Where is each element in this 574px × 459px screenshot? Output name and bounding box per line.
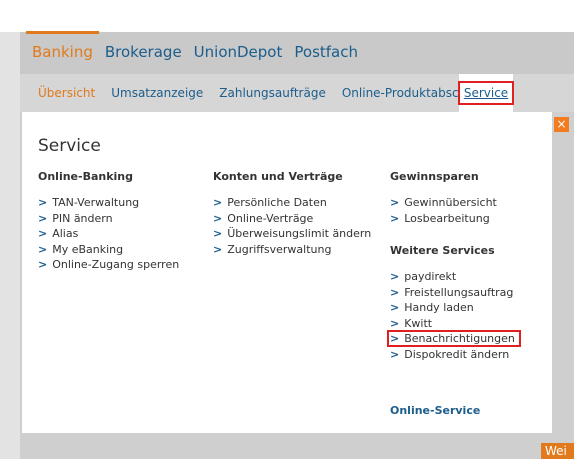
link-online-vertraege[interactable]: > Online-Verträge [213, 211, 371, 227]
link-pin-aendern[interactable]: > PIN ändern [38, 211, 179, 227]
close-icon[interactable]: × [554, 117, 569, 132]
chevron-right-icon: > [390, 285, 400, 299]
left-edge [0, 32, 20, 459]
subtab-uebersicht[interactable]: Übersicht [38, 86, 95, 100]
heading-konten-vertraege: Konten und Verträge [213, 170, 343, 183]
column-konten-vertraege: Konten und Verträge > Persönliche Daten >… [213, 170, 371, 257]
chevron-right-icon: > [390, 301, 400, 315]
link-gewinnuebersicht[interactable]: > Gewinnübersicht [390, 195, 521, 211]
subtab-service-label[interactable]: Service [457, 81, 515, 105]
link-my-ebanking[interactable]: > My eBanking [38, 242, 179, 258]
chevron-right-icon: > [390, 316, 400, 330]
chevron-right-icon: > [390, 270, 400, 284]
link-online-zugang-sperren[interactable]: > Online-Zugang sperren [38, 257, 179, 273]
subtab-zahlungsauftraege[interactable]: Zahlungsaufträge [219, 86, 326, 100]
panel-title: Service [38, 136, 101, 156]
link-paydirekt[interactable]: > paydirekt [390, 269, 521, 285]
tab-postfach[interactable]: Postfach [294, 31, 358, 75]
link-persoenliche-daten[interactable]: > Persönliche Daten [213, 195, 371, 211]
chevron-right-icon: > [213, 196, 223, 210]
chevron-right-icon: > [390, 196, 400, 210]
link-handy-laden[interactable]: > Handy laden [390, 300, 521, 316]
column-gewinnsparen: Gewinnsparen > Gewinnübersicht > Losbearbe… [387, 170, 521, 363]
link-kwitt[interactable]: > Kwitt [390, 316, 521, 332]
link-freistellungsauftrag[interactable]: > Freistellungsauftrag [390, 285, 521, 301]
corner-button[interactable]: Wei [541, 443, 574, 459]
heading-gewinnsparen: Gewinnsparen [390, 170, 479, 183]
chevron-right-icon: > [38, 211, 48, 225]
top-background [0, 0, 574, 32]
heading-online-banking: Online-Banking [38, 170, 134, 183]
chevron-right-icon: > [390, 347, 400, 361]
link-tan-verwaltung[interactable]: > TAN-Verwaltung [38, 195, 179, 211]
main-navigation: Banking Brokerage UnionDepot Postfach [20, 31, 574, 75]
panel-bottom [22, 428, 552, 433]
chevron-right-icon: > [213, 227, 223, 241]
tab-brokerage[interactable]: Brokerage [105, 31, 182, 75]
chevron-right-icon: > [38, 242, 48, 256]
tab-uniondepot[interactable]: UnionDepot [194, 31, 283, 75]
subtab-umsatzanzeige[interactable]: Umsatzanzeige [111, 86, 203, 100]
chevron-right-icon: > [390, 332, 400, 346]
subtab-service[interactable]: Service [457, 74, 515, 112]
link-dispokredit-aendern[interactable]: > Dispokredit ändern [390, 347, 521, 363]
highlighted-link[interactable]: > Benachrichtigungen [387, 330, 521, 348]
column-online-banking: Online-Banking > TAN-Verwaltung > PIN ände… [38, 170, 179, 273]
heading-weitere-services: Weitere Services [390, 244, 495, 257]
link-ueberweisungslimit[interactable]: > Überweisungslimit ändern [213, 226, 371, 242]
chevron-right-icon: > [38, 227, 48, 241]
link-online-service[interactable]: Online-Service [390, 404, 480, 417]
link-zugriffsverwaltung[interactable]: > Zugriffsverwaltung [213, 242, 371, 258]
chevron-right-icon: > [38, 196, 48, 210]
chevron-right-icon: > [390, 211, 400, 225]
link-losbearbeitung[interactable]: > Losbearbeitung [390, 211, 521, 227]
tab-banking[interactable]: Banking [26, 31, 99, 75]
chevron-right-icon: > [213, 211, 223, 225]
link-alias[interactable]: > Alias [38, 226, 179, 242]
chevron-right-icon: > [213, 242, 223, 256]
chevron-right-icon: > [38, 258, 48, 272]
link-benachrichtigungen[interactable]: > Benachrichtigungen [387, 330, 521, 348]
